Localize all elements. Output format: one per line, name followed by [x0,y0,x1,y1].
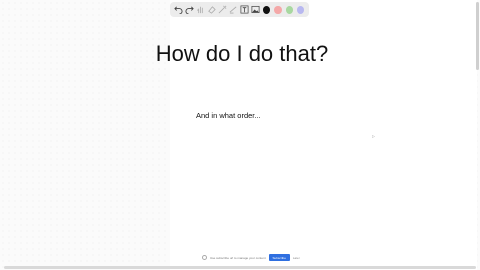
subscribe-button[interactable]: Subscribe [268,254,290,261]
hand-icon[interactable] [195,4,205,15]
notice-message: Use subscribe url to manage your content [210,255,266,260]
color-swatch-lavender[interactable] [297,5,305,14]
text-tool-icon[interactable] [239,4,249,15]
horizontal-scrollbar[interactable] [4,266,476,269]
vertical-scrollbar[interactable] [476,2,479,70]
redo-icon[interactable] [184,4,194,15]
image-tool-icon[interactable] [251,4,261,15]
bottom-notice-bar: Use subscribe url to manage your content… [202,254,300,261]
undo-icon[interactable] [173,4,183,15]
later-button[interactable]: Later [293,256,300,260]
drawing-toolbar [170,2,309,17]
laser-icon[interactable] [217,4,227,15]
slide-heading: How do I do that? [155,41,329,66]
slide-subtext: And in what order... [196,111,261,120]
color-swatch-pink[interactable] [274,5,282,14]
highlighter-icon[interactable] [228,4,238,15]
color-swatch-black[interactable] [263,5,271,14]
color-swatch-green[interactable] [285,5,294,14]
notice-checkbox[interactable] [202,255,207,260]
cursor-icon: ▹ [372,134,376,140]
eraser-icon[interactable] [206,4,216,15]
